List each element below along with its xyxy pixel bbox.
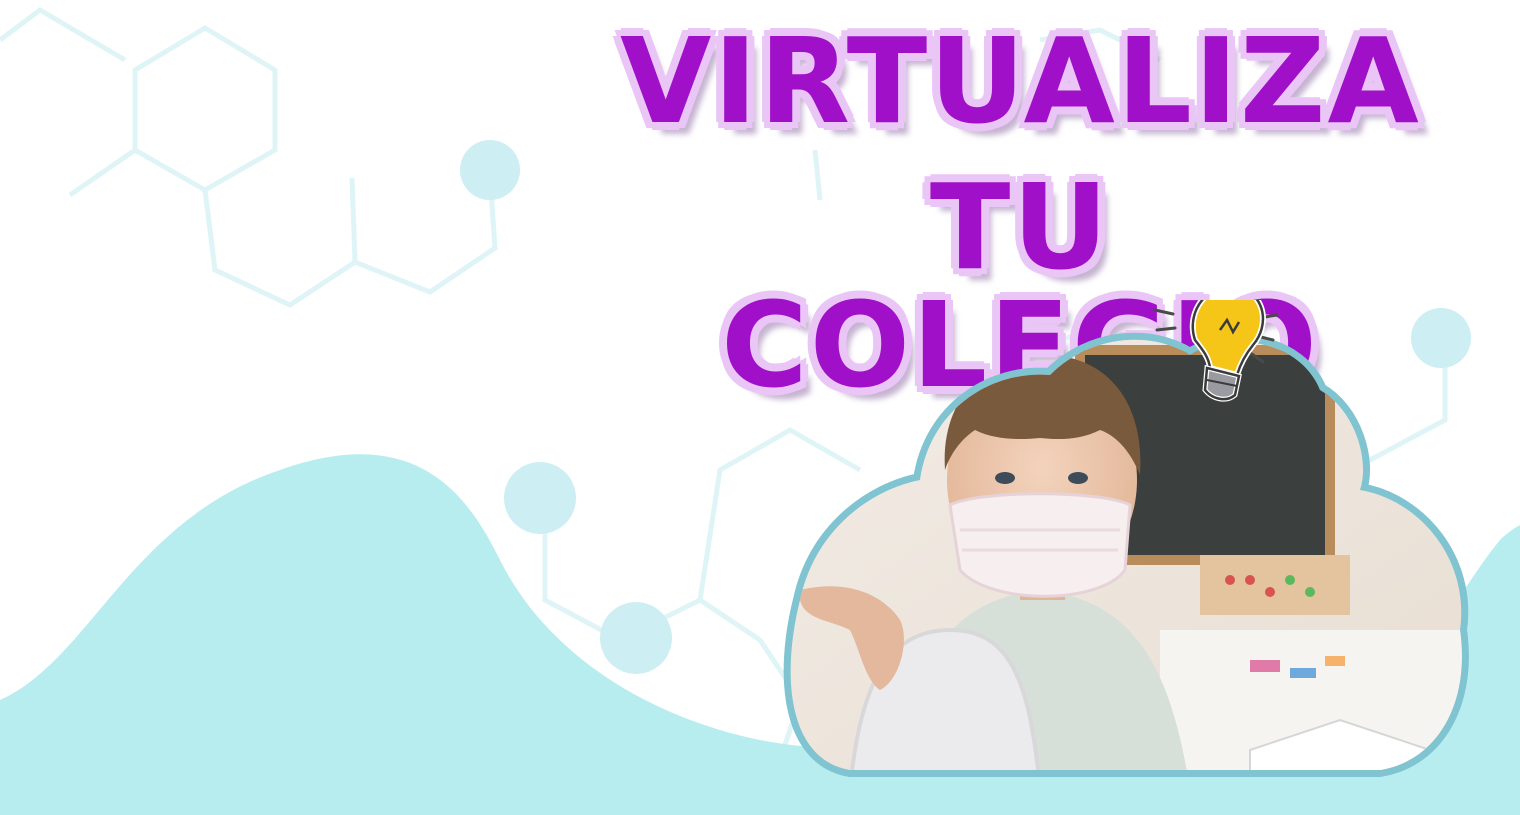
cloud-photo [783, 300, 1469, 777]
classroom-photo [790, 339, 1462, 771]
headline-line-1: VIRTUALIZA [620, 12, 1421, 150]
hero-banner: VIRTUALIZA TU COLEGIO [0, 0, 1520, 815]
